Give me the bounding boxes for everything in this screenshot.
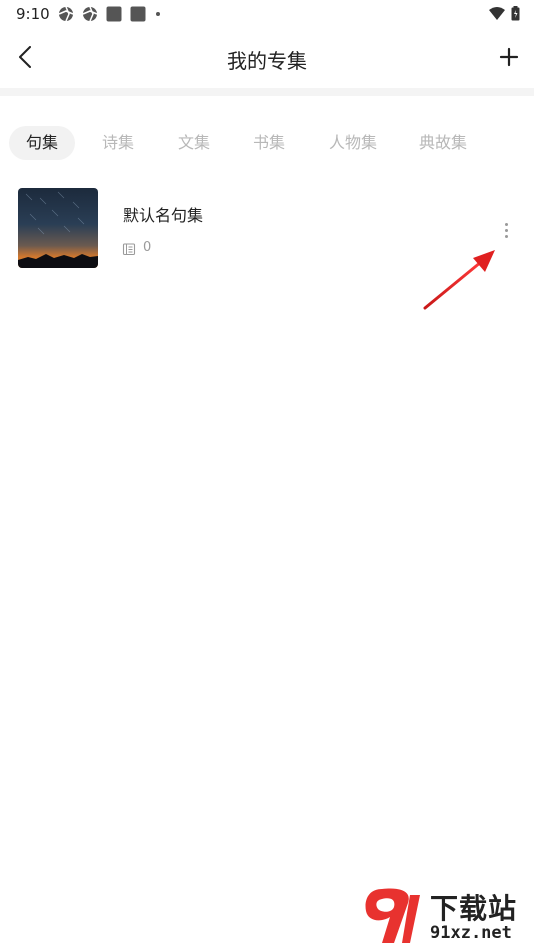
collection-count: 0 [143,240,152,255]
document-count-icon [122,243,136,256]
header-divider [0,88,534,96]
app-square-icon [106,6,122,22]
app-square-icon [130,6,146,22]
screen: 9:10 我的专集 句集 诗集 文集 书集 人物集 典故集 默认名句集 0 下载… [0,0,534,950]
collection-cover-image [18,188,98,268]
tab-sentences[interactable]: 句集 [9,126,75,160]
more-options-button[interactable] [498,218,514,242]
dot-icon [504,228,508,232]
annotation-arrow-icon [423,250,495,310]
status-time: 9:10 [16,5,50,23]
tab-books[interactable]: 书集 [239,126,299,160]
notification-icons [58,6,162,22]
battery-icon [511,6,520,21]
dot-icon [504,222,508,226]
tab-people[interactable]: 人物集 [318,126,388,160]
page-title: 我的专集 [227,49,307,73]
collection-title: 默认名句集 [123,206,204,225]
tab-essays[interactable]: 文集 [164,126,224,160]
system-icons [489,6,520,21]
wifi-icon [489,6,505,20]
watermark-text-cn: 下载站 [430,892,518,925]
aperture-icon [58,6,74,22]
aperture-icon [82,6,98,22]
collection-tabs: 句集 诗集 文集 书集 人物集 典故集 [0,122,534,164]
watermark-text-en: 91xz.net [430,923,512,943]
watermark: 下载站 91xz.net [360,885,532,947]
dot-icon [504,234,508,238]
add-collection-button[interactable] [494,42,524,72]
tab-allusions[interactable]: 典故集 [408,126,478,160]
app-header: 我的专集 [0,28,534,90]
plus-icon [499,47,519,67]
status-bar: 9:10 [0,0,534,28]
watermark-logo-icon [365,888,420,943]
dot-icon [156,12,160,16]
tab-poems[interactable]: 诗集 [88,126,148,160]
